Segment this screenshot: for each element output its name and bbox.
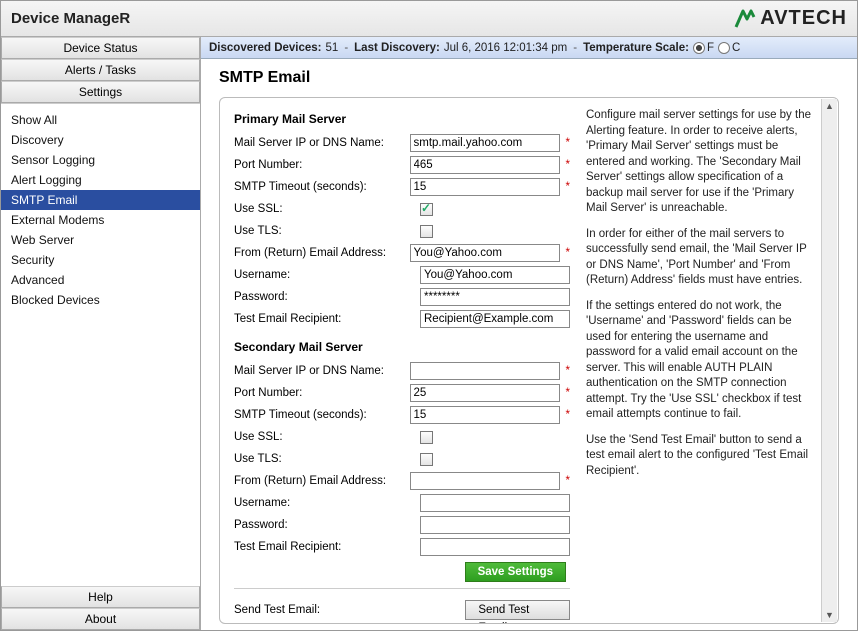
last-discovery-value: Jul 6, 2016 12:01:34 pm [444, 42, 567, 54]
label-secondary-user: Username: [234, 497, 420, 509]
label-secondary-timeout: SMTP Timeout (seconds): [234, 409, 410, 421]
label-secondary-recipient: Test Email Recipient: [234, 541, 420, 553]
secondary-from-input[interactable] [410, 472, 560, 490]
discovered-count: 51 [326, 42, 339, 54]
form-column: Primary Mail Server Mail Server IP or DN… [220, 98, 580, 623]
secondary-pass-input[interactable] [420, 516, 570, 534]
secondary-port-input[interactable] [410, 384, 560, 402]
send-test-button[interactable]: Send Test Email [465, 600, 570, 620]
secondary-ssl-checkbox[interactable] [420, 431, 433, 444]
primary-pass-input[interactable] [420, 288, 570, 306]
help-p1: Configure mail server settings for use b… [586, 108, 816, 217]
sidebar-item-sensor-logging[interactable]: Sensor Logging [1, 150, 200, 170]
label-secondary-from: From (Return) Email Address: [234, 475, 410, 487]
secondary-user-input[interactable] [420, 494, 570, 512]
label-secondary-ssl: Use SSL: [234, 431, 420, 443]
label-secondary-pass: Password: [234, 519, 420, 531]
help-p4: Use the 'Send Test Email' button to send… [586, 433, 816, 480]
secondary-tls-checkbox[interactable] [420, 453, 433, 466]
scroll-up-icon[interactable]: ▲ [825, 99, 834, 113]
app-title: Device ManageR [11, 10, 130, 27]
nav-alerts-tasks[interactable]: Alerts / Tasks [1, 59, 200, 81]
nav-help[interactable]: Help [1, 586, 200, 608]
label-primary-pass: Password: [234, 291, 420, 303]
label-primary-timeout: SMTP Timeout (seconds): [234, 181, 410, 193]
app-header: Device ManageR AVTECH [1, 1, 857, 37]
panel-scrollbar[interactable]: ▲ ▼ [821, 99, 837, 622]
secondary-recipient-input[interactable] [420, 538, 570, 556]
primary-from-input[interactable] [410, 244, 560, 262]
label-primary-ssl: Use SSL: [234, 203, 420, 215]
discovered-label: Discovered Devices: [209, 42, 322, 54]
brand-logo: AVTECH [734, 7, 847, 30]
help-p2: In order for either of the mail servers … [586, 227, 816, 289]
settings-panel: Primary Mail Server Mail Server IP or DN… [219, 97, 839, 624]
secondary-timeout-input[interactable] [410, 406, 560, 424]
label-primary-user: Username: [234, 269, 420, 281]
label-primary-tls: Use TLS: [234, 225, 420, 237]
nav-settings[interactable]: Settings [1, 81, 200, 103]
label-primary-from: From (Return) Email Address: [234, 247, 410, 259]
label-secondary-tls: Use TLS: [234, 453, 420, 465]
sidebar-item-advanced[interactable]: Advanced [1, 270, 200, 290]
nav-device-status[interactable]: Device Status [1, 37, 200, 59]
temp-scale-label: Temperature Scale: [583, 42, 689, 54]
divider [234, 588, 570, 589]
primary-ssl-checkbox[interactable] [420, 203, 433, 216]
primary-recipient-input[interactable] [420, 310, 570, 328]
primary-section-title: Primary Mail Server [234, 112, 570, 126]
primary-port-input[interactable] [410, 156, 560, 174]
secondary-server-input[interactable] [410, 362, 560, 380]
help-column: Configure mail server settings for use b… [580, 98, 838, 623]
sidebar-item-blocked-devices[interactable]: Blocked Devices [1, 290, 200, 310]
label-primary-server: Mail Server IP or DNS Name: [234, 137, 410, 149]
secondary-section-title: Secondary Mail Server [234, 340, 570, 354]
sidebar: Device Status Alerts / Tasks Settings Sh… [1, 37, 201, 630]
page-title: SMTP Email [219, 69, 839, 87]
label-primary-port: Port Number: [234, 159, 410, 171]
scroll-down-icon[interactable]: ▼ [825, 608, 834, 622]
sidebar-item-security[interactable]: Security [1, 250, 200, 270]
status-bar: Discovered Devices: 51 - Last Discovery:… [201, 37, 857, 59]
sidebar-item-discovery[interactable]: Discovery [1, 130, 200, 150]
sidebar-item-smtp-email[interactable]: SMTP Email [1, 190, 200, 210]
label-secondary-port: Port Number: [234, 387, 410, 399]
settings-submenu: Show AllDiscoverySensor LoggingAlert Log… [1, 103, 200, 586]
primary-user-input[interactable] [420, 266, 570, 284]
temp-radio-c[interactable] [718, 42, 730, 54]
help-p3: If the settings entered do not work, the… [586, 299, 816, 423]
primary-timeout-input[interactable] [410, 178, 560, 196]
sidebar-item-show-all[interactable]: Show All [1, 110, 200, 130]
sidebar-item-web-server[interactable]: Web Server [1, 230, 200, 250]
save-button[interactable]: Save Settings [465, 562, 566, 582]
temp-radio-f[interactable] [693, 42, 705, 54]
label-secondary-server: Mail Server IP or DNS Name: [234, 365, 410, 377]
primary-server-input[interactable] [410, 134, 560, 152]
label-primary-recipient: Test Email Recipient: [234, 313, 420, 325]
sidebar-item-external-modems[interactable]: External Modems [1, 210, 200, 230]
send-test-label: Send Test Email: [234, 604, 465, 616]
last-discovery-label: Last Discovery: [354, 42, 440, 54]
sidebar-item-alert-logging[interactable]: Alert Logging [1, 170, 200, 190]
nav-about[interactable]: About [1, 608, 200, 630]
brand-icon [734, 9, 756, 29]
primary-tls-checkbox[interactable] [420, 225, 433, 238]
